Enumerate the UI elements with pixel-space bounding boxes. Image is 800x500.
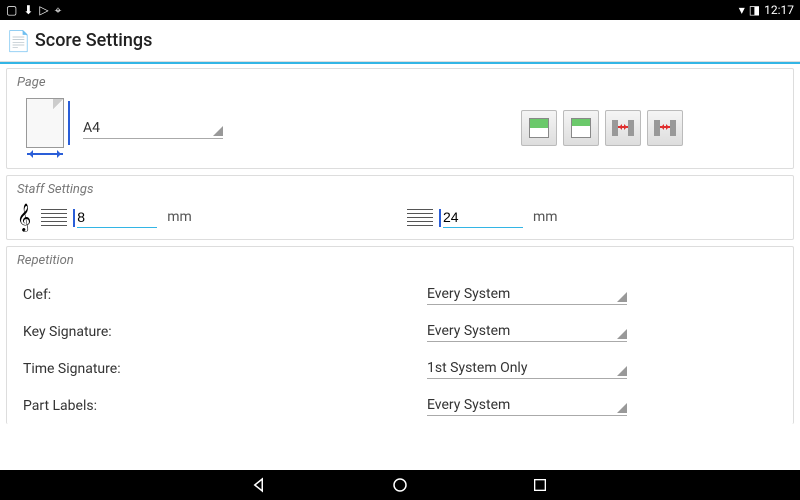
horizontal-spacing-button[interactable] [605,110,641,146]
staff-section: Staff Settings 𝄞 mm mm [6,175,794,240]
time-spinner[interactable]: 1st System Only [427,358,627,379]
debug-icon: ⌖ [55,3,62,18]
app-icon: 📄 [6,29,31,53]
page-size-value: A4 [83,120,213,136]
key-label: Key Signature: [17,324,427,340]
play-icon: ▷ [39,3,48,17]
key-spinner[interactable]: Every System [427,321,627,342]
dropdown-triangle-icon [617,366,627,376]
dropdown-triangle-icon [617,403,627,413]
parts-row: Part Labels: Every System [17,387,783,424]
back-icon [251,476,269,494]
app-bar: 📄 Score Settings [0,20,800,62]
page-preview-icon [17,98,73,158]
key-value: Every System [427,323,617,339]
portrait-margins-button[interactable] [521,110,557,146]
page-section-title: Page [17,75,783,90]
picture-icon: ▢ [6,3,17,17]
staff-height-unit: mm [167,209,192,225]
staff-spacing-unit: mm [533,209,558,225]
time-value: 1st System Only [427,360,617,376]
recent-button[interactable] [530,475,550,495]
staff-spacing-input[interactable] [443,207,523,228]
content-scroll[interactable]: Page A4 Staff Settings 𝄞 [0,64,800,470]
page-size-spinner[interactable]: A4 [83,118,223,139]
home-icon [391,476,409,494]
battery-icon: ◨ [749,3,760,17]
staff-height-input[interactable] [77,207,157,228]
portrait-icon [529,118,549,138]
page-section: Page A4 [6,68,794,169]
nav-bar [0,470,800,500]
dropdown-triangle-icon [213,126,223,136]
home-button[interactable] [390,475,410,495]
time-label: Time Signature: [17,361,427,377]
parts-value: Every System [427,397,617,413]
time-row: Time Signature: 1st System Only [17,350,783,387]
recent-icon [532,477,548,493]
landscape-margins-button[interactable] [563,110,599,146]
app-title: Score Settings [35,30,152,51]
dropdown-triangle-icon [617,329,627,339]
dropdown-triangle-icon [617,292,627,302]
hspacing-alt-icon [654,118,676,138]
repetition-section: Repetition Clef: Every System Key Signat… [6,246,794,424]
clock: 12:17 [764,3,794,17]
parts-spinner[interactable]: Every System [427,395,627,416]
parts-label: Part Labels: [17,398,427,414]
staff-spacing-icon [407,207,433,227]
repetition-section-title: Repetition [17,253,783,268]
hspacing-icon [612,118,634,138]
treble-clef-icon: 𝄞 [17,205,31,229]
staff-section-title: Staff Settings [17,182,783,197]
status-bar: ▢ ⬇ ▷ ⌖ ▾ ◨ 12:17 [0,0,800,20]
back-button[interactable] [250,475,270,495]
wifi-icon: ▾ [739,3,745,17]
landscape-icon [571,118,591,138]
staff-height-icon [41,207,67,227]
clef-label: Clef: [17,287,427,303]
download-icon: ⬇ [23,3,33,17]
key-row: Key Signature: Every System [17,313,783,350]
horizontal-spacing-alt-button[interactable] [647,110,683,146]
clef-row: Clef: Every System [17,276,783,313]
clef-value: Every System [427,286,617,302]
clef-spinner[interactable]: Every System [427,284,627,305]
